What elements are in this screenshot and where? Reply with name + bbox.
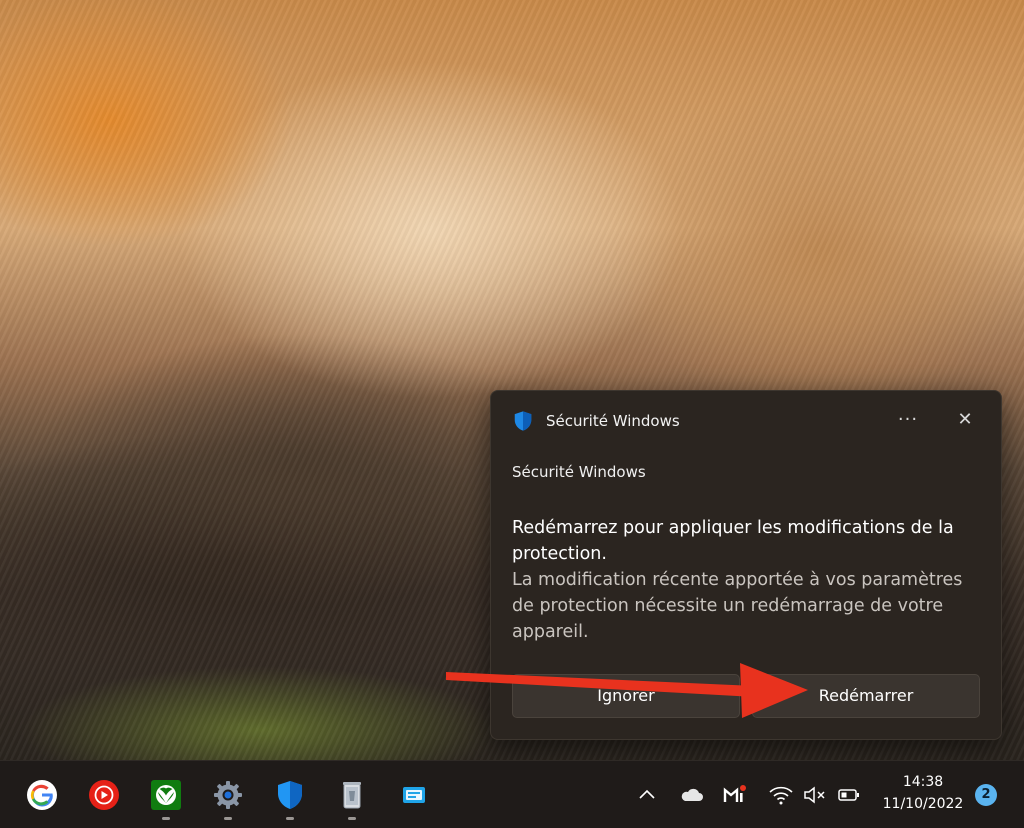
app-running-indicator	[286, 817, 294, 820]
taskbar-clock[interactable]: 14:38 11/10/2022	[868, 771, 978, 815]
shield-icon	[278, 781, 302, 809]
shield-icon	[514, 411, 532, 431]
youtube-music-icon	[89, 780, 119, 810]
settings-gear-icon	[214, 781, 242, 809]
speaker-muted-icon[interactable]	[802, 783, 828, 807]
xbox-icon	[151, 780, 181, 810]
taskbar-app-google[interactable]	[22, 775, 62, 815]
taskbar-app-windows-security[interactable]	[270, 775, 310, 820]
wifi-icon[interactable]	[768, 783, 794, 807]
taskbar: 14:38 11/10/2022 2	[0, 760, 1024, 828]
google-icon	[27, 780, 57, 810]
toast-app-name: Sécurité Windows	[546, 412, 680, 430]
notification-count-badge[interactable]: 2	[975, 784, 997, 806]
app-window-icon	[403, 787, 425, 803]
ignore-button[interactable]: Ignorer	[512, 674, 740, 718]
toast-title: Redémarrez pour appliquer les modificati…	[512, 518, 954, 564]
toast-header: Sécurité Windows ··· ✕	[491, 391, 1001, 451]
taskbar-app-settings[interactable]	[208, 775, 248, 820]
taskbar-app-recycle-bin[interactable]	[332, 775, 372, 820]
battery-icon[interactable]	[836, 783, 862, 807]
clock-date: 11/10/2022	[882, 796, 964, 812]
taskbar-app-xbox[interactable]	[146, 775, 186, 820]
clock-time: 14:38	[902, 774, 944, 790]
toast-sender: Sécurité Windows	[512, 463, 646, 481]
restart-button[interactable]: Redémarrer	[752, 674, 980, 718]
app-running-indicator	[224, 817, 232, 820]
cloud-icon[interactable]	[679, 783, 705, 807]
app-running-indicator	[348, 817, 356, 820]
more-options-button[interactable]: ···	[892, 405, 924, 435]
chevron-up-icon[interactable]	[634, 783, 660, 807]
notification-toast[interactable]: Sécurité Windows ··· ✕ Sécurité Windows …	[490, 390, 1002, 740]
taskbar-app-window[interactable]	[394, 775, 434, 815]
taskbar-app-youtube-music[interactable]	[84, 775, 124, 815]
recycle-bin-icon	[343, 782, 361, 809]
close-button[interactable]: ✕	[949, 405, 981, 435]
gmail-icon[interactable]	[722, 783, 748, 807]
app-running-indicator	[162, 817, 170, 820]
toast-body: La modification récente apportée à vos p…	[512, 570, 963, 642]
